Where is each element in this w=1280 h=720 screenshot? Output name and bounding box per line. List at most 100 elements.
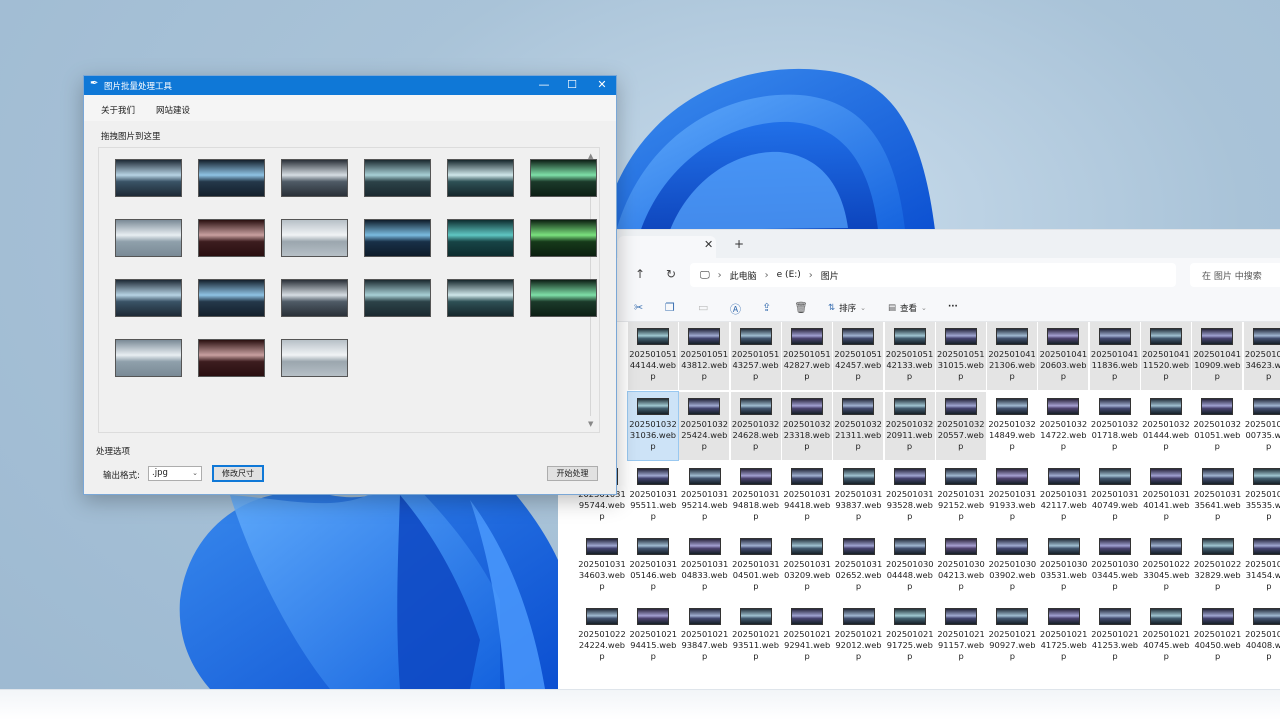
maximize-icon[interactable]: ☐ <box>558 78 586 91</box>
sort-button[interactable]: ⇅ 排序 ⌄ <box>828 302 866 314</box>
file-item[interactable]: 20250102140450.webp <box>1193 602 1243 670</box>
file-item[interactable]: 20250103231036.webp <box>627 391 679 461</box>
file-item[interactable]: 20250103193837.webp <box>834 462 884 530</box>
view-button[interactable]: ▤ 查看 ⌄ <box>888 302 927 314</box>
file-item[interactable]: 20250103103209.webp <box>782 532 832 600</box>
image-thumbnail[interactable] <box>530 219 597 257</box>
file-item[interactable]: 20250103194818.webp <box>731 462 781 530</box>
image-drop-area[interactable]: ▲ ▼ <box>98 147 600 433</box>
file-item[interactable]: 20250104110909.webp <box>1192 322 1243 390</box>
file-item[interactable]: 20250102231454.webp <box>1244 532 1280 600</box>
file-item[interactable]: 20250104121306.webp <box>987 322 1038 390</box>
image-thumbnail[interactable] <box>530 159 597 197</box>
image-thumbnail[interactable] <box>198 159 265 197</box>
image-thumbnail[interactable] <box>198 219 265 257</box>
image-thumbnail[interactable] <box>115 159 182 197</box>
breadcrumb-pc[interactable]: 此电脑 <box>730 269 757 282</box>
image-thumbnail[interactable] <box>115 339 182 377</box>
new-tab-icon[interactable]: + <box>734 237 744 251</box>
file-item[interactable]: 20250103220557.webp <box>935 392 986 460</box>
start-process-button[interactable]: 开始处理 <box>547 466 598 481</box>
file-item[interactable]: 20250102224224.webp <box>577 602 627 670</box>
file-item[interactable]: 20250103104501.webp <box>731 532 781 600</box>
file-item[interactable]: 20250102232829.webp <box>1193 532 1243 600</box>
file-item[interactable]: 20250102141253.webp <box>1090 602 1140 670</box>
image-thumbnail[interactable] <box>281 339 348 377</box>
file-item[interactable]: 20250103195511.webp <box>628 462 678 530</box>
file-item[interactable]: 20250104120603.webp <box>1038 322 1089 390</box>
menu-about[interactable]: 关于我们 <box>101 104 135 116</box>
file-item[interactable]: 20250103224628.webp <box>730 392 781 460</box>
file-item[interactable]: 20250103195214.webp <box>680 462 730 530</box>
file-item[interactable]: 20250103104833.webp <box>680 532 730 600</box>
file-item[interactable]: 20250103134603.webp <box>577 532 627 600</box>
file-item[interactable]: 20250103191933.webp <box>987 462 1037 530</box>
image-thumbnail[interactable] <box>281 279 348 317</box>
image-thumbnail[interactable] <box>281 219 348 257</box>
resize-button[interactable]: 修改尺寸 <box>212 465 264 482</box>
file-item[interactable]: 20250102193511.webp <box>731 602 781 670</box>
refresh-icon[interactable]: ↻ <box>666 267 676 281</box>
file-item[interactable]: 20250105143812.webp <box>679 322 730 390</box>
file-item[interactable]: 20250105142133.webp <box>884 322 935 390</box>
image-thumbnail[interactable] <box>447 219 514 257</box>
file-item[interactable]: 20250102194415.webp <box>628 602 678 670</box>
image-thumbnail[interactable] <box>198 339 265 377</box>
file-item[interactable]: 20250103221311.webp <box>833 392 884 460</box>
file-item[interactable]: 20250102140745.webp <box>1141 602 1191 670</box>
file-item[interactable]: 20250102192012.webp <box>834 602 884 670</box>
file-item[interactable]: 20250104111836.webp <box>1089 322 1140 390</box>
copy-icon[interactable]: ❐ <box>665 301 675 314</box>
image-thumbnail[interactable] <box>364 219 431 257</box>
file-item[interactable]: 20250103004448.webp <box>885 532 935 600</box>
file-item[interactable]: 20250103135535.webp <box>1244 462 1280 530</box>
search-input[interactable]: 在 图片 中搜索 <box>1190 263 1280 287</box>
format-select[interactable]: .jpg ⌄ <box>148 466 202 481</box>
file-item[interactable]: 20250102192941.webp <box>782 602 832 670</box>
explorer-tab[interactable] <box>618 236 716 258</box>
menu-website[interactable]: 网站建设 <box>156 104 190 116</box>
delete-icon[interactable]: 🗑 <box>794 301 808 314</box>
file-item[interactable]: 20250103003902.webp <box>987 532 1037 600</box>
share-icon[interactable]: ⇪ <box>762 301 771 314</box>
file-item[interactable]: 20250102233045.webp <box>1141 532 1191 600</box>
file-item[interactable]: 20250103200735.webp <box>1244 392 1280 460</box>
image-thumbnail[interactable] <box>281 159 348 197</box>
file-item[interactable]: 20250102141725.webp <box>1039 602 1089 670</box>
file-item[interactable]: 20250103140141.webp <box>1141 462 1191 530</box>
file-item[interactable]: 20250102140408.webp <box>1244 602 1280 670</box>
file-item[interactable]: 20250105131015.webp <box>935 322 986 390</box>
file-item[interactable]: 20250102191725.webp <box>885 602 935 670</box>
image-thumbnail[interactable] <box>530 279 597 317</box>
file-item[interactable]: 20250103003531.webp <box>1039 532 1089 600</box>
file-item[interactable]: 20250105142457.webp <box>833 322 884 390</box>
file-item[interactable]: 20250104111520.webp <box>1141 322 1191 390</box>
minimize-icon[interactable]: — <box>530 78 558 91</box>
file-item[interactable]: 20250103214849.webp <box>987 392 1037 460</box>
up-arrow-icon[interactable]: ↑ <box>635 267 645 281</box>
file-item[interactable]: 20250105143257.webp <box>730 322 781 390</box>
file-item[interactable]: 20250103135641.webp <box>1193 462 1243 530</box>
file-item[interactable]: 20250103220911.webp <box>884 392 935 460</box>
image-thumbnail[interactable] <box>198 279 265 317</box>
file-item[interactable]: 20250103234623.webp <box>1243 322 1280 390</box>
file-item[interactable]: 20250103214722.webp <box>1038 392 1088 460</box>
file-item[interactable]: 20250105142827.webp <box>781 322 832 390</box>
file-item[interactable]: 20250105144144.webp <box>628 322 678 390</box>
rename-icon[interactable]: Ⓐ <box>730 301 741 317</box>
breadcrumb-folder[interactable]: 图片 <box>821 269 839 282</box>
more-options-button[interactable]: ··· <box>948 302 958 312</box>
file-item[interactable]: 20250103201718.webp <box>1090 392 1140 460</box>
image-thumbnail[interactable] <box>364 279 431 317</box>
file-item[interactable]: 20250103193528.webp <box>885 462 935 530</box>
file-item[interactable]: 20250103201444.webp <box>1141 392 1191 460</box>
file-item[interactable]: 20250103102652.webp <box>834 532 884 600</box>
image-thumbnail[interactable] <box>364 159 431 197</box>
file-item[interactable]: 20250102191157.webp <box>936 602 986 670</box>
image-thumbnail[interactable] <box>115 279 182 317</box>
image-thumbnail[interactable] <box>447 279 514 317</box>
tab-close-icon[interactable]: ✕ <box>704 238 713 251</box>
file-item[interactable]: 20250102190927.webp <box>987 602 1037 670</box>
breadcrumb-drive[interactable]: e (E:) <box>777 270 801 280</box>
file-item[interactable]: 20250103192152.webp <box>936 462 986 530</box>
